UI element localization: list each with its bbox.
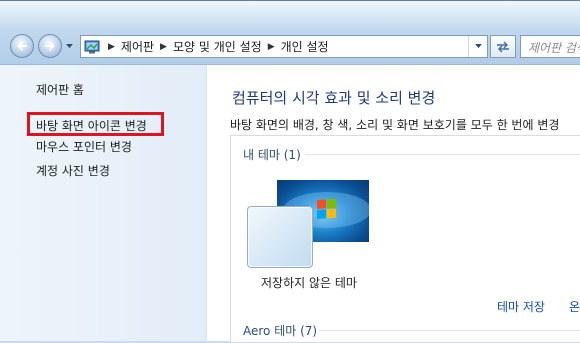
sidebar-item-change-mouse-pointers[interactable]: 마우스 포인터 변경 [36,138,132,155]
back-arrow-icon [17,41,27,51]
chevron-down-icon [474,44,482,49]
page-title: 컴퓨터의 시각 효과 및 소리 변경 [232,89,436,107]
search-input[interactable]: 제어판 검색 [520,35,580,58]
theme-name: 저장하지 않은 테마 [261,276,357,290]
page-description: 바탕 화면의 배경, 창 색, 소리 및 화면 보호기를 모두 한 번에 변경 [230,118,560,132]
forward-arrow-icon [45,41,55,51]
group-header-aero-themes[interactable]: Aero 테마 (7) [243,322,317,339]
back-button[interactable] [10,34,34,58]
group-header-my-themes[interactable]: 내 테마 (1) [243,146,301,163]
breadcrumb-separator: ▶ [108,41,115,52]
address-dropdown-button[interactable] [468,36,487,57]
content-area: 제어판 홈 바탕 화면 아이콘 변경 마우스 포인터 변경 계정 사진 변경 컴… [0,64,580,343]
refresh-icon [497,41,509,52]
breadcrumb-control-panel[interactable]: 제어판 [121,38,154,55]
refresh-button[interactable] [490,35,516,58]
divider [305,154,580,155]
breadcrumb-appearance[interactable]: 모양 및 개인 설정 [173,38,262,55]
breadcrumb-personalization[interactable]: 개인 설정 [281,38,329,55]
chevron-down-icon [65,43,73,48]
control-panel-icon [84,40,100,53]
sidebar-item-change-account-picture[interactable]: 계정 사진 변경 [36,162,110,179]
forward-button[interactable] [38,34,62,58]
sidebar: 제어판 홈 바탕 화면 아이콘 변경 마우스 포인터 변경 계정 사진 변경 [0,65,207,341]
recent-pages-dropdown[interactable] [64,40,74,52]
theme-list: 내 테마 (1) 저장하지 않은 테마 테마 저장 온 Aero 테마 (7) [230,135,580,343]
save-theme-link[interactable]: 테마 저장 [497,298,545,315]
breadcrumb-separator[interactable]: ▶ [268,42,275,52]
sidebar-item-control-panel-home[interactable]: 제어판 홈 [36,81,84,98]
divider [319,330,580,331]
highlight-annotation [27,112,164,136]
breadcrumb-separator[interactable]: ▶ [160,42,167,52]
get-more-themes-online-link[interactable]: 온 [569,298,580,315]
window-color-swatch [247,206,313,268]
address-bar[interactable]: ▶ 제어판 ▶ 모양 및 개인 설정 ▶ 개인 설정 [80,35,488,58]
